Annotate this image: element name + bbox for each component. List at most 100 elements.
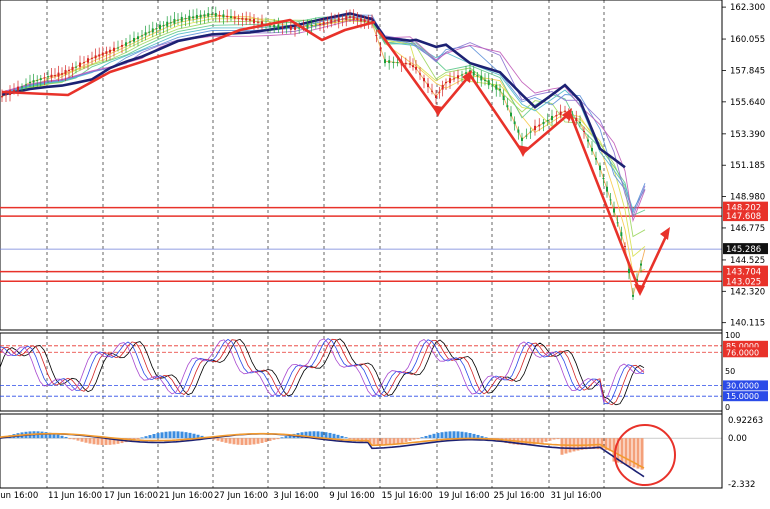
candle-body <box>551 115 553 121</box>
macd-histogram-bar <box>380 438 384 445</box>
macd-histogram-bar <box>332 433 336 439</box>
candle-body <box>25 84 27 86</box>
moving-average-line <box>1 14 646 214</box>
oscillator-tick-label: 0 <box>725 403 730 412</box>
candle-body <box>184 18 187 20</box>
candle-body <box>487 80 490 86</box>
candle-body <box>609 199 612 201</box>
candle-body <box>137 36 139 40</box>
candle-body <box>5 94 7 96</box>
candle-body <box>438 91 441 93</box>
stochastic-panel-frame <box>0 332 723 412</box>
macd-tick-label: -2.332 <box>728 480 755 490</box>
oscillator-line <box>0 338 645 406</box>
macd-histogram-bar <box>228 438 232 444</box>
candle-body <box>169 22 172 24</box>
y-tick-label: 151.185 <box>730 161 765 171</box>
candle-body <box>281 26 284 28</box>
candle-body <box>427 83 429 88</box>
macd-histogram-bar <box>344 437 348 439</box>
macd-panel <box>0 424 722 486</box>
candle-body <box>159 24 161 30</box>
candle-body <box>375 35 378 37</box>
candle-body <box>341 18 344 20</box>
candle-body <box>461 74 463 76</box>
x-tick-label: 9 Jul 16:00 <box>329 491 375 501</box>
macd-tick-label: 0.92263 <box>728 416 763 426</box>
price-tag-label: 143.025 <box>726 277 761 287</box>
macd-histogram-bar <box>284 436 288 439</box>
candle-body <box>412 65 414 68</box>
candle-body <box>506 105 509 108</box>
candle-body <box>595 157 597 160</box>
macd-histogram-bar <box>280 437 284 439</box>
current-price-label: 145.286 <box>726 245 761 255</box>
candle-body <box>68 69 70 71</box>
candle-body <box>121 44 123 47</box>
candle-body <box>39 78 42 81</box>
y-tick-label: 155.640 <box>730 98 765 108</box>
macd-histogram-bar <box>404 438 408 442</box>
candle-body <box>203 14 206 17</box>
candle-body <box>233 16 236 19</box>
candle-body <box>237 18 240 20</box>
macd-histogram-bar <box>440 432 444 439</box>
macd-histogram-bar <box>60 435 64 439</box>
candle-body <box>151 28 154 33</box>
candle-body <box>144 32 147 36</box>
macd-histogram-bar <box>352 438 356 440</box>
candle-body <box>409 63 411 65</box>
candle-body <box>47 76 49 78</box>
macd-histogram-bar <box>416 438 420 440</box>
candle-body <box>404 62 407 65</box>
x-tick-label: 27 Jun 16:00 <box>214 491 268 501</box>
macd-histogram-bar <box>624 438 628 465</box>
candle-body <box>94 55 97 59</box>
oscillator-line <box>0 338 645 404</box>
macd-histogram-bar <box>540 438 544 443</box>
oscillator-level-label: 76.0000 <box>726 348 759 357</box>
macd-histogram-bar <box>156 433 160 439</box>
macd-histogram-bar <box>168 431 172 439</box>
macd-histogram-bar <box>164 431 168 439</box>
macd-histogram-bar <box>248 438 252 445</box>
macd-histogram-bar <box>152 433 156 439</box>
macd-histogram-bar <box>100 438 104 445</box>
macd-histogram-bar <box>336 434 340 439</box>
macd-histogram-bar <box>160 432 164 439</box>
y-tick-label: 140.115 <box>730 319 765 329</box>
macd-histogram-bar <box>236 438 240 445</box>
candle-body <box>513 121 516 125</box>
macd-histogram-bar <box>476 434 480 439</box>
candle-body <box>64 69 67 75</box>
candle-body <box>109 49 111 53</box>
candle-body <box>117 47 119 49</box>
macd-histogram-bar <box>428 434 432 439</box>
candle-body <box>356 18 359 20</box>
macd-histogram-bar <box>244 438 248 446</box>
macd-histogram-bar <box>144 436 148 439</box>
candle-body <box>50 74 53 78</box>
y-tick-label: 148.980 <box>730 193 765 203</box>
oscillator-line <box>0 338 645 405</box>
x-tick-label: 17 Jun 16:00 <box>104 491 158 501</box>
macd-histogram-bar <box>372 438 376 445</box>
macd-histogram-bar <box>76 438 80 441</box>
candle-body <box>559 111 562 116</box>
macd-histogram-bar <box>452 431 456 439</box>
candle-body <box>510 112 512 117</box>
candle-body <box>628 268 630 274</box>
candle-body <box>199 14 202 18</box>
trend-annotation-line <box>1 18 376 97</box>
candle-body <box>249 19 251 21</box>
candle-body <box>587 139 589 142</box>
candle-body <box>32 80 35 83</box>
candle-body <box>207 13 210 17</box>
macd-histogram-bar <box>424 435 428 439</box>
candle-body <box>453 78 455 80</box>
candle-body <box>285 27 288 29</box>
candle-body <box>218 15 221 17</box>
trend-annotation-line <box>376 29 670 294</box>
candle-body <box>230 16 232 18</box>
candle-body <box>298 27 301 29</box>
